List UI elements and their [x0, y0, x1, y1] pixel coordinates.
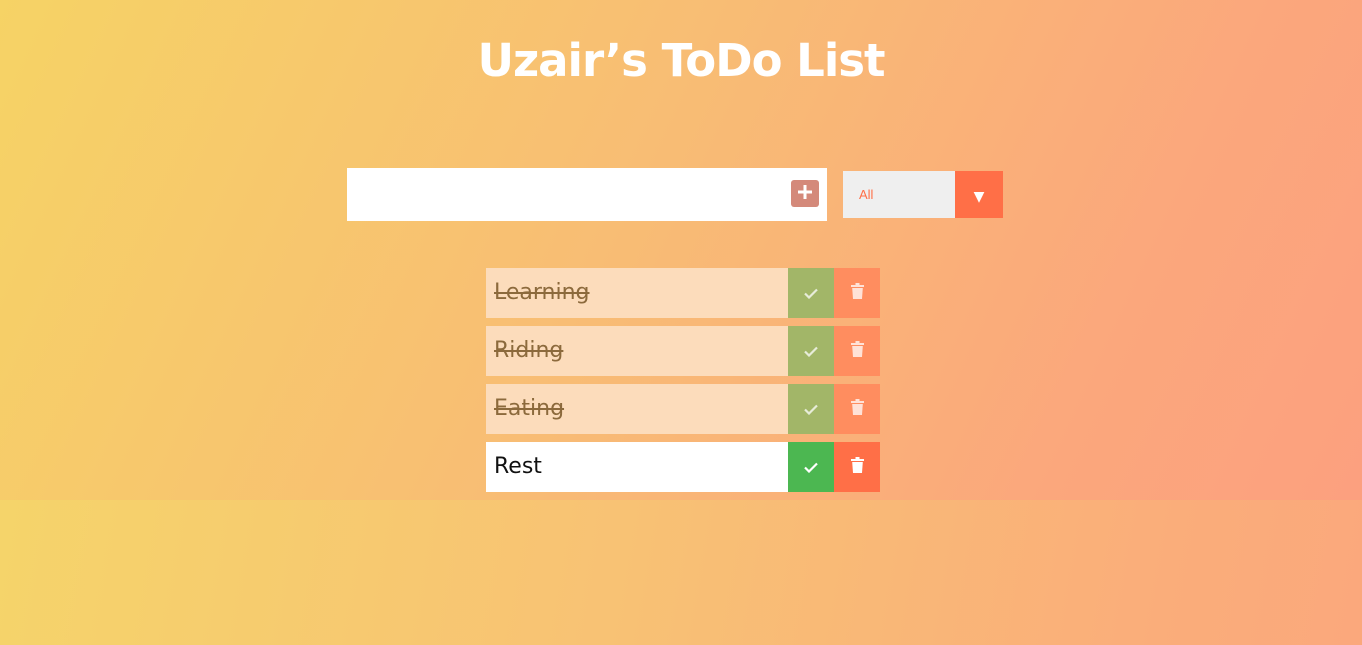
complete-button[interactable] [788, 268, 834, 318]
filter-selected-value: All [859, 187, 874, 202]
plus-icon [798, 184, 812, 203]
check-icon [804, 458, 818, 477]
todo-input-container [347, 168, 827, 221]
page-background-lower [0, 500, 1362, 645]
todo-item-text: Learning [486, 268, 788, 318]
todo-item: Eating [486, 384, 880, 434]
delete-button[interactable] [834, 268, 880, 318]
check-icon [804, 342, 818, 361]
add-todo-button[interactable] [791, 180, 819, 207]
delete-button[interactable] [834, 442, 880, 492]
filter-select[interactable]: All ▼ [843, 171, 1003, 218]
check-icon [804, 284, 818, 303]
chevron-down-icon: ▼ [973, 188, 985, 205]
delete-button[interactable] [834, 384, 880, 434]
trash-icon [850, 457, 864, 477]
check-icon [804, 400, 818, 419]
delete-button[interactable] [834, 326, 880, 376]
trash-icon [850, 341, 864, 361]
filter-dropdown-button[interactable]: ▼ [955, 171, 1003, 218]
todo-item: Riding [486, 326, 880, 376]
todo-item: Learning [486, 268, 880, 318]
todo-item: Rest [486, 442, 880, 492]
todo-item-text: Riding [486, 326, 788, 376]
todo-input[interactable] [347, 168, 777, 221]
todo-item-text: Rest [486, 442, 788, 492]
trash-icon [850, 399, 864, 419]
complete-button[interactable] [788, 384, 834, 434]
todo-list: Learning Riding Eating Rest [486, 268, 880, 500]
todo-item-text: Eating [486, 384, 788, 434]
trash-icon [850, 283, 864, 303]
complete-button[interactable] [788, 442, 834, 492]
complete-button[interactable] [788, 326, 834, 376]
page-title: Uzair’s ToDo List [477, 34, 885, 87]
